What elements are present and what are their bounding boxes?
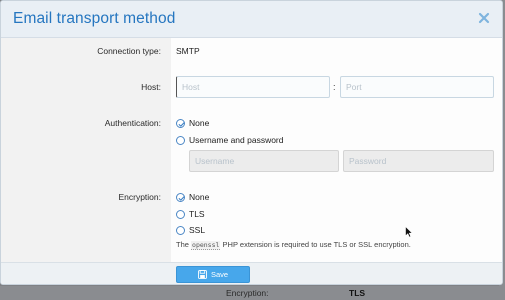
dialog-footer: Save xyxy=(1,262,502,284)
radio-unchecked-icon[interactable] xyxy=(176,209,185,219)
background-encryption-label: Encryption: xyxy=(226,288,269,298)
help-prefix: The xyxy=(176,240,189,249)
encryption-help-text: The openssl PHP extension is required to… xyxy=(176,240,411,250)
save-button-label: Save xyxy=(210,270,229,279)
encryption-option-ssl[interactable]: SSL xyxy=(176,224,205,236)
authentication-label: Authentication: xyxy=(104,118,161,128)
host-port-separator: : xyxy=(333,82,336,92)
background-encryption-value: TLS xyxy=(349,288,366,298)
help-code: openssl xyxy=(191,241,221,250)
auth-option-username-password[interactable]: Username and password xyxy=(176,134,284,146)
encryption-label: Encryption: xyxy=(118,192,161,202)
encryption-option-tls[interactable]: TLS xyxy=(176,208,205,220)
save-button[interactable]: Save xyxy=(176,266,250,283)
port-input[interactable] xyxy=(340,76,494,98)
encryption-option-none-label: None xyxy=(189,192,210,202)
encryption-option-tls-label: TLS xyxy=(189,209,205,219)
radio-checked-icon[interactable] xyxy=(176,192,185,202)
label-column xyxy=(1,38,171,262)
auth-option-username-password-label: Username and password xyxy=(189,135,284,145)
username-input[interactable] xyxy=(189,150,339,172)
encryption-option-ssl-label: SSL xyxy=(189,225,206,235)
form-body: Connection type: SMTP Host: : Authentica… xyxy=(1,38,502,262)
dialog-title: Email transport method xyxy=(13,10,176,27)
encryption-option-none[interactable]: None xyxy=(176,191,209,203)
mouse-cursor-icon xyxy=(405,226,413,238)
connection-type-value: SMTP xyxy=(176,46,200,56)
host-input[interactable] xyxy=(176,76,330,98)
radio-checked-icon[interactable] xyxy=(176,118,185,128)
close-icon[interactable] xyxy=(477,11,491,25)
connection-type-label: Connection type: xyxy=(97,46,161,56)
host-label: Host: xyxy=(141,82,161,92)
radio-unchecked-icon[interactable] xyxy=(176,225,185,235)
dialog-header: Email transport method xyxy=(1,1,502,38)
save-icon xyxy=(198,270,207,279)
auth-option-none[interactable]: None xyxy=(176,117,209,129)
auth-option-none-label: None xyxy=(189,118,210,128)
radio-unchecked-icon[interactable] xyxy=(176,135,185,145)
help-suffix: PHP extension is required to use TLS or … xyxy=(222,240,411,249)
email-transport-dialog: Email transport method Connection type: … xyxy=(0,0,503,285)
password-input[interactable] xyxy=(343,150,494,172)
